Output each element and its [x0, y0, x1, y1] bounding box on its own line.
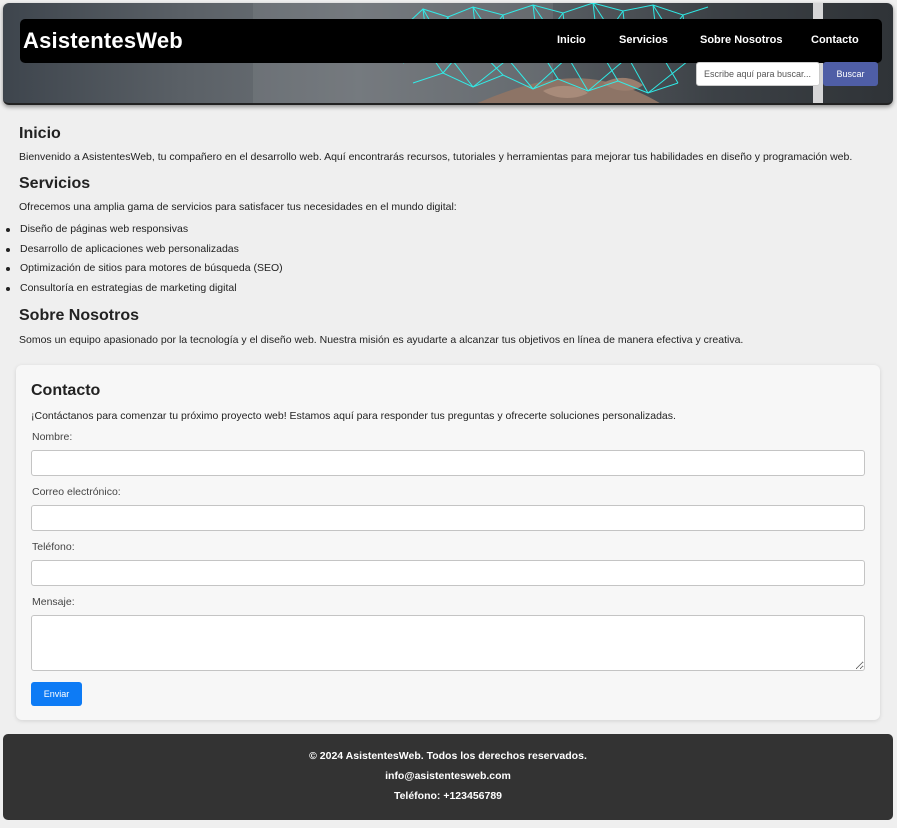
footer-email[interactable]: info@asistentesweb.com	[3, 770, 893, 782]
footer: © 2024 AsistentesWeb. Todos los derechos…	[3, 734, 893, 820]
contact-form-card: Contacto ¡Contáctanos para comenzar tu p…	[16, 365, 880, 720]
nombre-field[interactable]	[31, 450, 865, 476]
search-input[interactable]	[696, 62, 820, 86]
nav-link-contacto[interactable]: Contacto	[811, 34, 859, 46]
list-item: Desarrollo de aplicaciones web personali…	[0, 242, 283, 262]
correo-label: Correo electrónico:	[32, 486, 121, 498]
mensaje-label: Mensaje:	[32, 596, 75, 608]
servicios-text: Ofrecemos una amplia gama de servicios p…	[19, 201, 457, 213]
list-item: Consultoría en estrategias de marketing …	[0, 281, 283, 301]
email-field[interactable]	[31, 505, 865, 531]
inicio-text: Bienvenido a AsistentesWeb, tu compañero…	[19, 151, 853, 163]
sobre-text: Somos un equipo apasionado por la tecnol…	[19, 334, 744, 346]
message-field[interactable]	[31, 615, 865, 671]
section-title-contacto: Contacto	[31, 382, 101, 399]
phone-field[interactable]	[31, 560, 865, 586]
section-title-sobre-nosotros: Sobre Nosotros	[19, 307, 140, 324]
send-button[interactable]: Enviar	[31, 682, 82, 706]
contact-intro: ¡Contáctanos para comenzar tu próximo pr…	[31, 410, 676, 422]
section-title-inicio: Inicio	[19, 125, 61, 142]
list-item: Optimización de sitios para motores de b…	[0, 261, 283, 281]
footer-phone: Teléfono: +123456789	[393, 790, 503, 802]
nombre-label: Nombre:	[32, 431, 73, 443]
search-button[interactable]: Buscar	[823, 62, 878, 86]
section-title-servicios: Servicios	[19, 175, 91, 192]
nav-link-servicios[interactable]: Servicios	[619, 34, 668, 46]
footer-copyright: © 2024 AsistentesWeb. Todos los derechos…	[309, 750, 587, 762]
services-list: Diseño de páginas web responsivas Desarr…	[0, 222, 283, 301]
site-logo[interactable]: AsistentesWeb	[23, 28, 183, 54]
list-item: Diseño de páginas web responsivas	[0, 222, 283, 242]
telefono-label: Teléfono:	[32, 541, 75, 553]
nav-link-inicio[interactable]: Inicio	[557, 34, 586, 46]
header-banner: AsistentesWeb Inicio Servicios Sobre Nos…	[3, 3, 893, 105]
nav-link-sobre-nosotros[interactable]: Sobre Nosotros	[700, 34, 783, 46]
navbar: AsistentesWeb Inicio Servicios Sobre Nos…	[20, 19, 882, 63]
